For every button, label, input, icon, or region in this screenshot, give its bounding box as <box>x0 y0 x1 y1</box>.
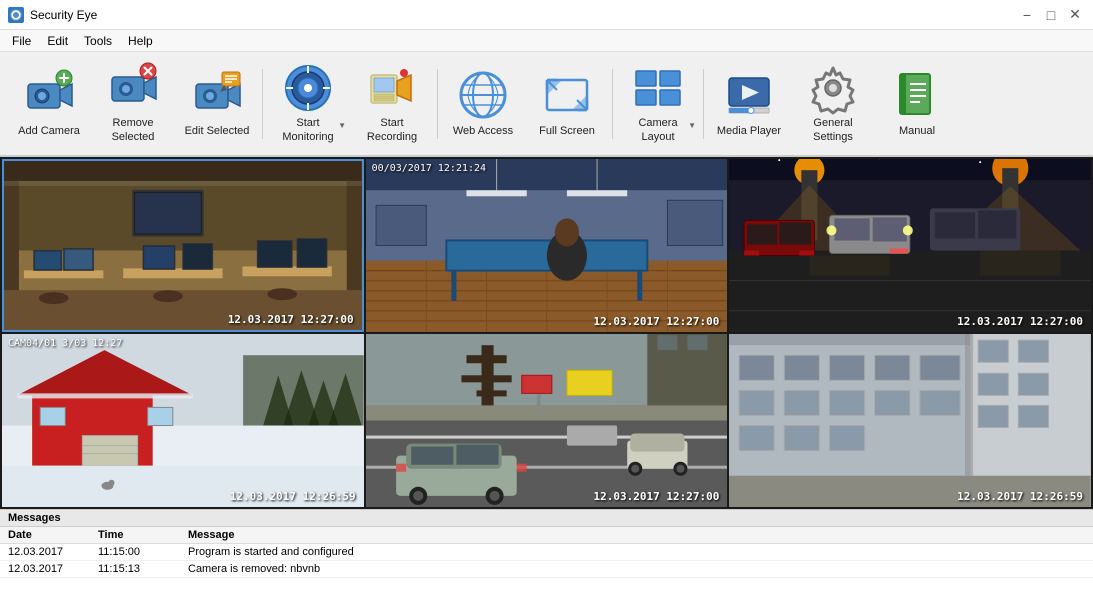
separator-4 <box>703 69 704 139</box>
msg1-date: 12.03.2017 <box>8 546 98 558</box>
edit-selected-icon <box>191 69 243 121</box>
manual-icon <box>891 69 943 121</box>
edit-selected-label: Edit Selected <box>185 125 250 138</box>
general-settings-icon <box>807 63 859 113</box>
camera-scene-4 <box>2 334 364 507</box>
messages-table[interactable]: Date Time Message 12.03.2017 11:15:00 Pr… <box>0 527 1093 614</box>
toolbar: Add Camera Remove Selected <box>0 52 1093 157</box>
start-monitoring-button[interactable]: Start Monitoring ▼ <box>267 59 349 149</box>
media-player-button[interactable]: Media Player <box>708 59 790 149</box>
app-icon <box>8 7 24 23</box>
title-bar-left: Security Eye <box>8 7 97 23</box>
messages-column-headers: Date Time Message <box>0 527 1093 544</box>
cam2-timestamp: 12.03.2017 12:27:00 <box>593 315 719 328</box>
add-camera-button[interactable]: Add Camera <box>8 59 90 149</box>
start-recording-button[interactable]: Start Recording <box>351 59 433 149</box>
menu-bar: File Edit Tools Help <box>0 30 1093 52</box>
msg2-text: Camera is removed: nbvnb <box>188 563 1085 575</box>
general-settings-button[interactable]: General Settings <box>792 59 874 149</box>
cam5-timestamp: 12.03.2017 12:27:00 <box>593 490 719 503</box>
monitoring-dropdown-arrow: ▼ <box>338 121 346 130</box>
full-screen-button[interactable]: Full Screen <box>526 59 608 149</box>
media-player-label: Media Player <box>717 125 781 138</box>
col-date: Date <box>8 529 98 541</box>
camera-layout-icon <box>632 63 684 113</box>
camera-cell-4[interactable]: CAM04/01 3/03 12:27 12.03.2017 12:26:59 <box>2 334 364 507</box>
minimize-button[interactable]: − <box>1017 5 1037 25</box>
separator-3 <box>612 69 613 139</box>
cam6-timestamp: 12.03.2017 12:26:59 <box>957 490 1083 503</box>
message-row-1: 12.03.2017 11:15:00 Program is started a… <box>0 544 1093 561</box>
col-message: Message <box>188 529 1085 541</box>
manual-button[interactable]: Manual <box>876 59 958 149</box>
msg1-text: Program is started and configured <box>188 546 1085 558</box>
full-screen-label: Full Screen <box>539 125 595 138</box>
msg2-date: 12.03.2017 <box>8 563 98 575</box>
window-title: Security Eye <box>30 8 97 22</box>
web-access-label: Web Access <box>453 125 513 138</box>
full-screen-icon <box>541 69 593 121</box>
manual-label: Manual <box>899 125 935 138</box>
camera-cell-2[interactable]: 00/03/2017 12:21:24 12.03.2017 12:27:00 <box>366 159 728 332</box>
cam3-timestamp: 12.03.2017 12:27:00 <box>957 315 1083 328</box>
start-recording-icon <box>366 63 418 113</box>
camera-scene-3 <box>729 159 1091 332</box>
messages-panel: Messages Date Time Message 12.03.2017 11… <box>0 509 1093 614</box>
camera-cell-6[interactable]: 12.03.2017 12:26:59 <box>729 334 1091 507</box>
web-access-button[interactable]: Web Access <box>442 59 524 149</box>
menu-help[interactable]: Help <box>120 32 161 50</box>
camera-scene-1 <box>4 161 362 330</box>
separator-2 <box>437 69 438 139</box>
close-button[interactable]: ✕ <box>1065 5 1085 25</box>
cam1-timestamp: 12.03.2017 12:27:00 <box>228 313 354 326</box>
camera-layout-button[interactable]: Camera Layout ▼ <box>617 59 699 149</box>
web-access-icon <box>457 69 509 121</box>
layout-dropdown-arrow: ▼ <box>688 121 696 130</box>
msg2-time: 11:15:13 <box>98 563 188 575</box>
title-bar: Security Eye − □ ✕ <box>0 0 1093 30</box>
camera-layout-label: Camera Layout <box>622 117 694 143</box>
media-player-icon <box>723 69 775 121</box>
cam4-timestamp: 12.03.2017 12:26:59 <box>230 490 356 503</box>
camera-scene-6 <box>729 334 1091 507</box>
camera-cell-5[interactable]: 12.03.2017 12:27:00 <box>366 334 728 507</box>
start-monitoring-label: Start Monitoring <box>272 117 344 143</box>
menu-tools[interactable]: Tools <box>76 32 120 50</box>
remove-selected-icon <box>107 63 159 113</box>
camera-cell-3[interactable]: 12.03.2017 12:27:00 <box>729 159 1091 332</box>
add-camera-label: Add Camera <box>18 125 80 138</box>
window-controls[interactable]: − □ ✕ <box>1017 5 1085 25</box>
start-recording-label: Start Recording <box>356 117 428 143</box>
remove-selected-label: Remove Selected <box>97 117 169 143</box>
edit-selected-button[interactable]: Edit Selected <box>176 59 258 149</box>
cam4-info: CAM04/01 3/03 12:27 <box>8 338 122 349</box>
message-row-2: 12.03.2017 11:15:13 Camera is removed: n… <box>0 561 1093 578</box>
camera-cell-1[interactable]: 12.03.2017 12:27:00 <box>2 159 364 332</box>
messages-header: Messages <box>0 510 1093 527</box>
cam2-info: 00/03/2017 12:21:24 <box>372 163 486 174</box>
camera-scene-2 <box>366 159 728 332</box>
maximize-button[interactable]: □ <box>1041 5 1061 25</box>
msg1-time: 11:15:00 <box>98 546 188 558</box>
add-camera-icon <box>23 69 75 121</box>
general-settings-label: General Settings <box>797 117 869 143</box>
menu-file[interactable]: File <box>4 32 39 50</box>
camera-scene-5 <box>366 334 728 507</box>
start-monitoring-icon <box>282 63 334 113</box>
menu-edit[interactable]: Edit <box>39 32 76 50</box>
camera-grid: 12.03.2017 12:27:00 <box>0 157 1093 509</box>
col-time: Time <box>98 529 188 541</box>
remove-selected-button[interactable]: Remove Selected <box>92 59 174 149</box>
separator-1 <box>262 69 263 139</box>
